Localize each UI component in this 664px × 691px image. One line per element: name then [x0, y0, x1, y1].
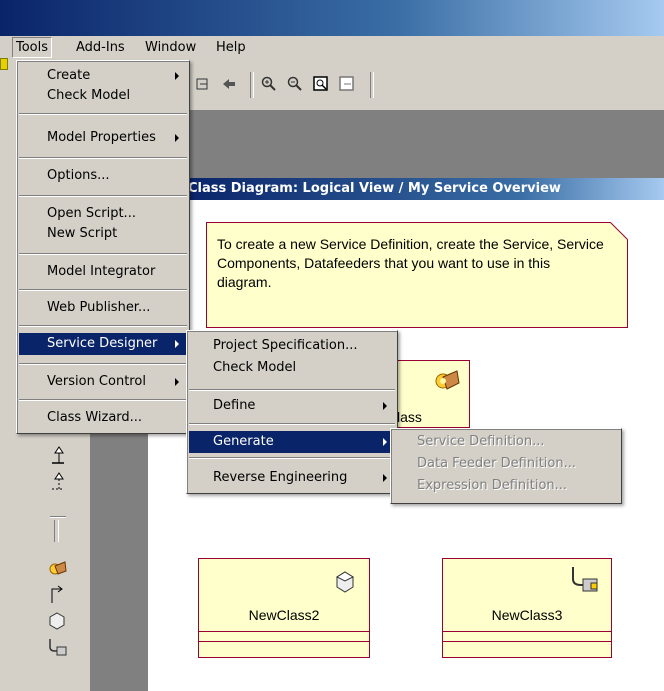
note-text: To create a new Service Definition, crea… — [217, 236, 604, 290]
dependency-icon[interactable] — [46, 584, 68, 606]
submenu-arrow-icon — [175, 72, 179, 80]
datafeeder-icon[interactable] — [46, 636, 68, 658]
menu-item-create[interactable]: Create — [19, 65, 187, 87]
generalization-icon[interactable] — [46, 444, 68, 466]
menu-item-service-definition[interactable]: Service Definition... — [393, 431, 619, 453]
menu-separator — [189, 389, 395, 391]
service-icon[interactable] — [46, 558, 68, 580]
palette-separator — [54, 520, 59, 542]
menu-item-project-specification[interactable]: Project Specification... — [189, 335, 395, 357]
menu-separator — [19, 363, 187, 365]
menu-item-service-designer[interactable]: Service Designer — [19, 333, 187, 355]
menu-item-define[interactable]: Define — [189, 395, 395, 417]
component-icon — [335, 571, 355, 593]
diagram-window-title: Class Diagram: Logical View / My Service… — [186, 178, 664, 200]
arrow-left-icon[interactable] — [220, 75, 238, 93]
realization-icon[interactable] — [46, 470, 68, 492]
undo-fit-icon[interactable] — [338, 75, 356, 93]
class-compartment-line — [443, 641, 611, 642]
menu-item-check-model[interactable]: Check Model — [19, 85, 187, 107]
zoom-in-icon[interactable] — [260, 75, 278, 93]
menu-separator — [189, 457, 395, 459]
menu-item-open-script[interactable]: Open Script... — [19, 203, 187, 225]
menu-add-ins[interactable]: Add-Ins — [76, 40, 125, 55]
menu-window[interactable]: Window — [145, 40, 196, 55]
menu-tools[interactable]: Tools — [12, 37, 53, 58]
toolbar-grip-icon — [0, 58, 8, 70]
menu-bar: Tools Add-Ins Window Help — [0, 36, 664, 60]
canvas-margin — [148, 430, 165, 691]
class-box-newclass3[interactable]: NewClass3 — [442, 558, 612, 658]
window-title-bar — [0, 0, 664, 36]
service-icon — [433, 367, 461, 395]
menu-item-expression-definition[interactable]: Expression Definition... — [393, 475, 619, 497]
menu-item-reverse-engineering[interactable]: Reverse Engineering — [189, 467, 395, 489]
workspace-gray — [90, 430, 148, 691]
submenu-arrow-icon — [175, 340, 179, 348]
class-name: lass — [397, 409, 422, 425]
class-compartment-line — [199, 631, 369, 632]
submenu-arrow-icon — [383, 438, 387, 446]
menu-separator — [19, 289, 187, 291]
diagram-note[interactable]: To create a new Service Definition, crea… — [206, 222, 628, 328]
menu-item-version-control[interactable]: Version Control — [19, 371, 187, 393]
submenu-arrow-icon — [175, 378, 179, 386]
palette-separator — [50, 516, 66, 518]
toolbar — [186, 62, 664, 110]
menu-item-model-properties[interactable]: Model Properties — [19, 127, 187, 149]
component-icon[interactable] — [46, 610, 68, 632]
menu-separator — [189, 423, 395, 425]
datafeeder-icon — [569, 565, 601, 595]
tools-menu: Create Check Model Model Properties Opti… — [16, 60, 190, 434]
menu-help[interactable]: Help — [216, 40, 246, 55]
menu-item-class-wizard[interactable]: Class Wizard... — [19, 407, 187, 429]
menu-separator — [19, 113, 187, 115]
menu-item-check-model[interactable]: Check Model — [189, 357, 395, 379]
submenu-arrow-icon — [383, 474, 387, 482]
browse-back-icon[interactable] — [194, 75, 212, 93]
zoom-out-icon[interactable] — [286, 75, 304, 93]
generate-submenu: Service Definition... Data Feeder Defini… — [390, 428, 622, 504]
fit-window-icon[interactable] — [312, 75, 330, 93]
class-box-newclass2[interactable]: NewClass2 — [198, 558, 370, 658]
class-compartment-line — [443, 631, 611, 632]
mdi-background — [186, 110, 664, 178]
menu-separator — [19, 195, 187, 197]
menu-item-model-integrator[interactable]: Model Integrator — [19, 261, 187, 283]
submenu-arrow-icon — [175, 134, 179, 142]
tool-palette — [18, 430, 90, 691]
service-designer-submenu: Project Specification... Check Model Def… — [186, 330, 398, 494]
class-name: NewClass2 — [248, 607, 320, 623]
toolbar-separator — [370, 72, 374, 98]
toolbar-separator — [250, 72, 254, 98]
menu-item-web-publisher[interactable]: Web Publisher... — [19, 297, 187, 319]
class-compartment-line — [199, 641, 369, 642]
menu-separator — [19, 399, 187, 401]
menu-separator — [19, 157, 187, 159]
menu-item-data-feeder-definition[interactable]: Data Feeder Definition... — [393, 453, 619, 475]
menu-item-generate[interactable]: Generate — [189, 431, 395, 453]
menu-item-new-script[interactable]: New Script — [19, 223, 187, 245]
menu-item-options[interactable]: Options... — [19, 165, 187, 187]
note-corner-fold — [610, 222, 628, 240]
submenu-arrow-icon — [383, 402, 387, 410]
menu-separator — [19, 253, 187, 255]
menu-separator — [19, 325, 187, 327]
class-name: NewClass3 — [491, 607, 563, 623]
